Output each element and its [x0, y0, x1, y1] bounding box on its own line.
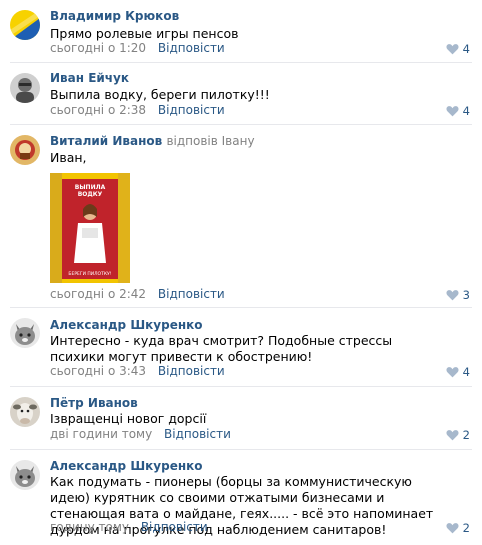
comment-item: Александр Шкуренко Как подумать - пионер…	[0, 450, 482, 545]
comment-author[interactable]: Иван Ейчук	[50, 71, 129, 85]
author-name[interactable]: Владимир Крюков	[50, 9, 179, 23]
comment-text: Иван,	[50, 150, 87, 165]
attached-photo[interactable]: ВЫПИЛА ВОДКУ БЕРЕГИ ПИЛОТКУ!	[50, 173, 130, 283]
author-name[interactable]: Александр Шкуренко	[50, 459, 203, 473]
comment-author[interactable]: Виталий Иванов відповів Івану	[50, 134, 255, 148]
comment-meta: сьогодні о 2:42 Відповісти	[50, 287, 225, 301]
comment-text: Интересно - куда врач смотрит? Подобные …	[50, 333, 393, 364]
reply-button[interactable]: Відповісти	[164, 427, 231, 441]
heart-icon	[446, 430, 459, 441]
comment-time[interactable]: годину тому	[50, 520, 129, 534]
comment-item: Виталий Иванов відповів Івану Иван, ВЫПИ…	[0, 125, 482, 307]
like-button[interactable]: 4	[446, 42, 470, 56]
heart-icon	[446, 290, 459, 301]
avatar[interactable]	[10, 135, 40, 165]
heart-icon	[446, 106, 459, 117]
comment-meta: дві години тому Відповісти	[50, 427, 231, 441]
comment-text: Прямо ролевые игры пенсов	[50, 26, 239, 41]
like-count: 4	[462, 42, 470, 56]
like-button[interactable]: 4	[446, 104, 470, 118]
comment-author[interactable]: Александр Шкуренко	[50, 459, 203, 473]
reply-button[interactable]: Відповісти	[158, 364, 225, 378]
avatar[interactable]	[10, 460, 40, 490]
poster-caption: БЕРЕГИ ПИЛОТКУ!	[68, 271, 111, 277]
like-count: 2	[462, 428, 470, 442]
reply-button[interactable]: Відповісти	[158, 103, 225, 117]
heart-icon	[446, 367, 459, 378]
author-name[interactable]: Пётр Иванов	[50, 396, 138, 410]
like-button[interactable]: 3	[446, 288, 470, 302]
comment-meta: сьогодні о 3:43 Відповісти	[50, 364, 225, 378]
comment-time[interactable]: дві години тому	[50, 427, 152, 441]
avatar[interactable]	[10, 397, 40, 427]
comment-text: Выпила водку, береги пилотку!!!	[50, 87, 270, 102]
author-name[interactable]: Александр Шкуренко	[50, 318, 203, 332]
like-count: 4	[462, 104, 470, 118]
like-count: 2	[462, 521, 470, 535]
comment-time[interactable]: сьогодні о 2:42	[50, 287, 146, 301]
comment-author[interactable]: Владимир Крюков	[50, 9, 179, 23]
comment-item: Владимир Крюков Прямо ролевые игры пенсо…	[0, 0, 482, 62]
comment-meta: сьогодні о 2:38 Відповісти	[50, 103, 225, 117]
reply-button[interactable]: Відповісти	[158, 41, 225, 55]
reply-button[interactable]: Відповісти	[141, 520, 208, 534]
author-name[interactable]: Виталий Иванов	[50, 134, 162, 148]
reply-button[interactable]: Відповісти	[158, 287, 225, 301]
poster-title-line1: ВЫПИЛА	[75, 184, 106, 191]
comment-time[interactable]: сьогодні о 1:20	[50, 41, 146, 55]
comment-meta: сьогодні о 1:20 Відповісти	[50, 41, 225, 55]
heart-icon	[446, 44, 459, 55]
comment-text: Ізвращенці новог дорсії	[50, 411, 207, 426]
like-button[interactable]: 4	[446, 365, 470, 379]
avatar[interactable]	[10, 73, 40, 103]
comment-author[interactable]: Пётр Иванов	[50, 396, 138, 410]
comment-time[interactable]: сьогодні о 3:43	[50, 364, 146, 378]
like-button[interactable]: 2	[446, 521, 470, 535]
like-count: 3	[462, 288, 470, 302]
author-name[interactable]: Иван Ейчук	[50, 71, 129, 85]
comment-time[interactable]: сьогодні о 2:38	[50, 103, 146, 117]
like-count: 4	[462, 365, 470, 379]
avatar[interactable]	[10, 10, 40, 40]
comment-item: Александр Шкуренко Интересно - куда врач…	[0, 308, 482, 386]
comment-author[interactable]: Александр Шкуренко	[50, 318, 203, 332]
comment-item: Пётр Иванов Ізвращенці новог дорсії дві …	[0, 387, 482, 449]
comment-meta: годину тому Відповісти	[50, 520, 208, 534]
avatar[interactable]	[10, 318, 40, 348]
poster-title-line2: ВОДКУ	[78, 191, 103, 198]
like-button[interactable]: 2	[446, 428, 470, 442]
heart-icon	[446, 523, 459, 534]
reply-to-label[interactable]: відповів Івану	[166, 134, 254, 148]
comment-item: Иван Ейчук Выпила водку, береги пилотку!…	[0, 63, 482, 125]
